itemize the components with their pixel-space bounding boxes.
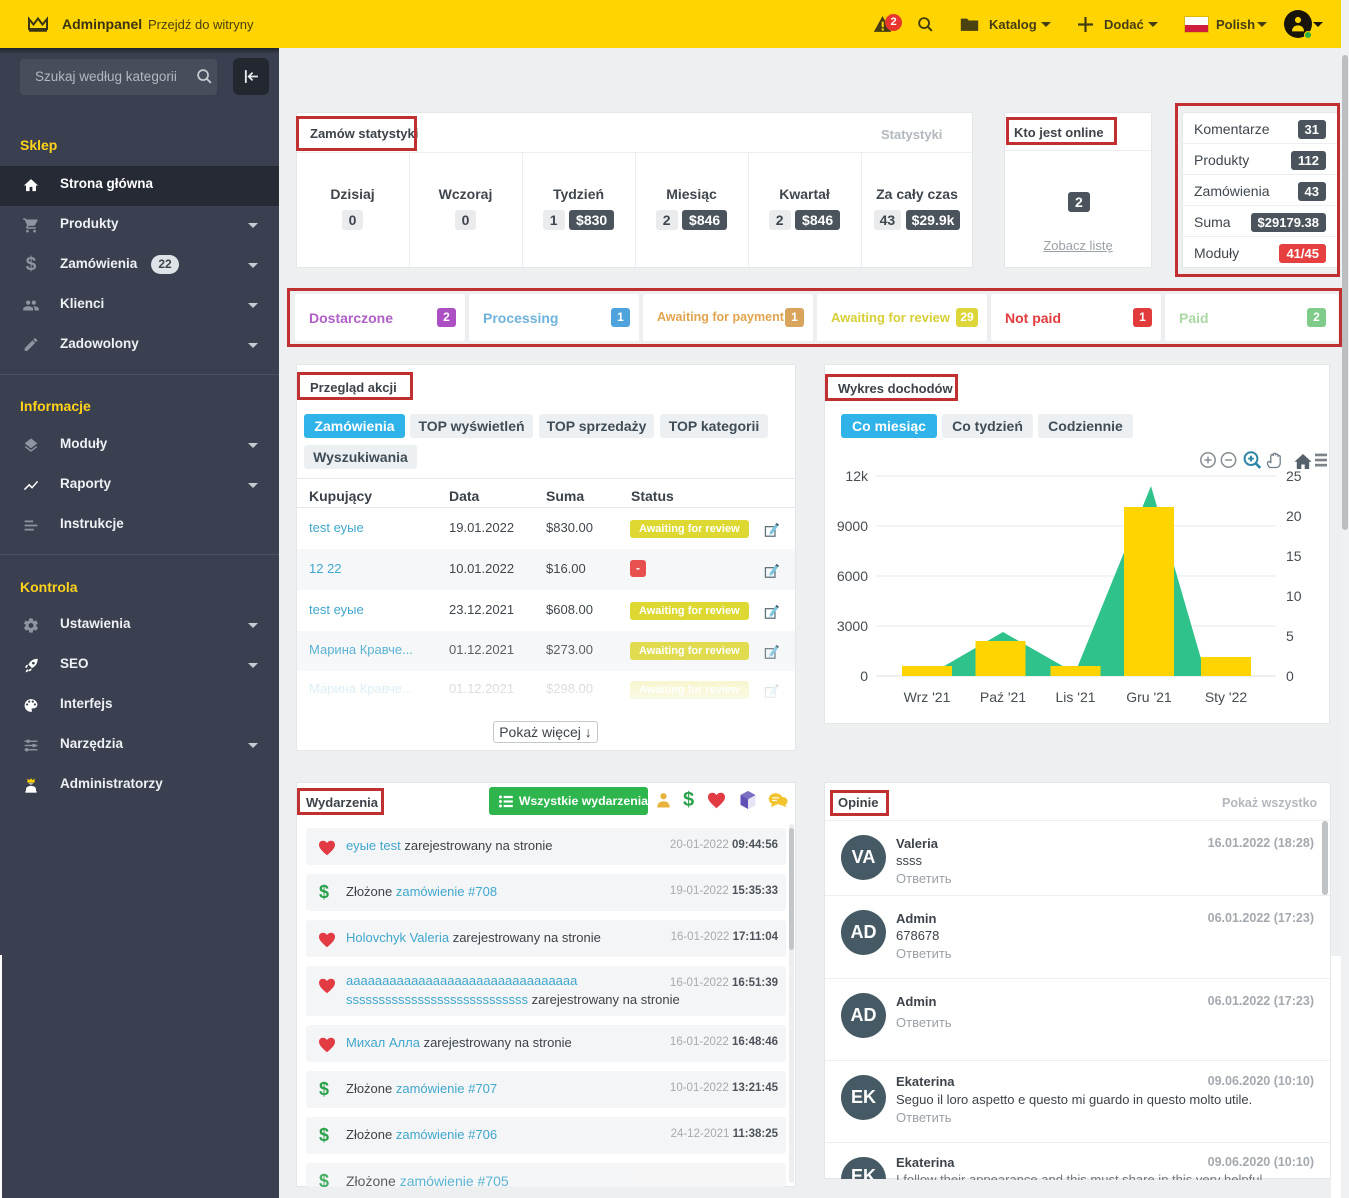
svg-text:9000: 9000 xyxy=(837,518,868,534)
svg-text:Paź '21: Paź '21 xyxy=(980,689,1026,705)
svg-text:Sty '22: Sty '22 xyxy=(1205,689,1248,705)
svg-text:15: 15 xyxy=(1286,548,1302,564)
svg-text:3000: 3000 xyxy=(837,618,868,634)
svg-text:10: 10 xyxy=(1286,588,1302,604)
svg-text:0: 0 xyxy=(1286,668,1294,684)
svg-text:Lis '21: Lis '21 xyxy=(1055,689,1095,705)
svg-text:0: 0 xyxy=(860,668,868,684)
svg-text:25: 25 xyxy=(1286,468,1302,484)
svg-text:Wrz '21: Wrz '21 xyxy=(904,689,951,705)
svg-text:5: 5 xyxy=(1286,628,1294,644)
svg-text:6000: 6000 xyxy=(837,568,868,584)
svg-text:12k: 12k xyxy=(845,468,869,484)
svg-text:20: 20 xyxy=(1286,508,1302,524)
svg-text:Gru '21: Gru '21 xyxy=(1126,689,1172,705)
